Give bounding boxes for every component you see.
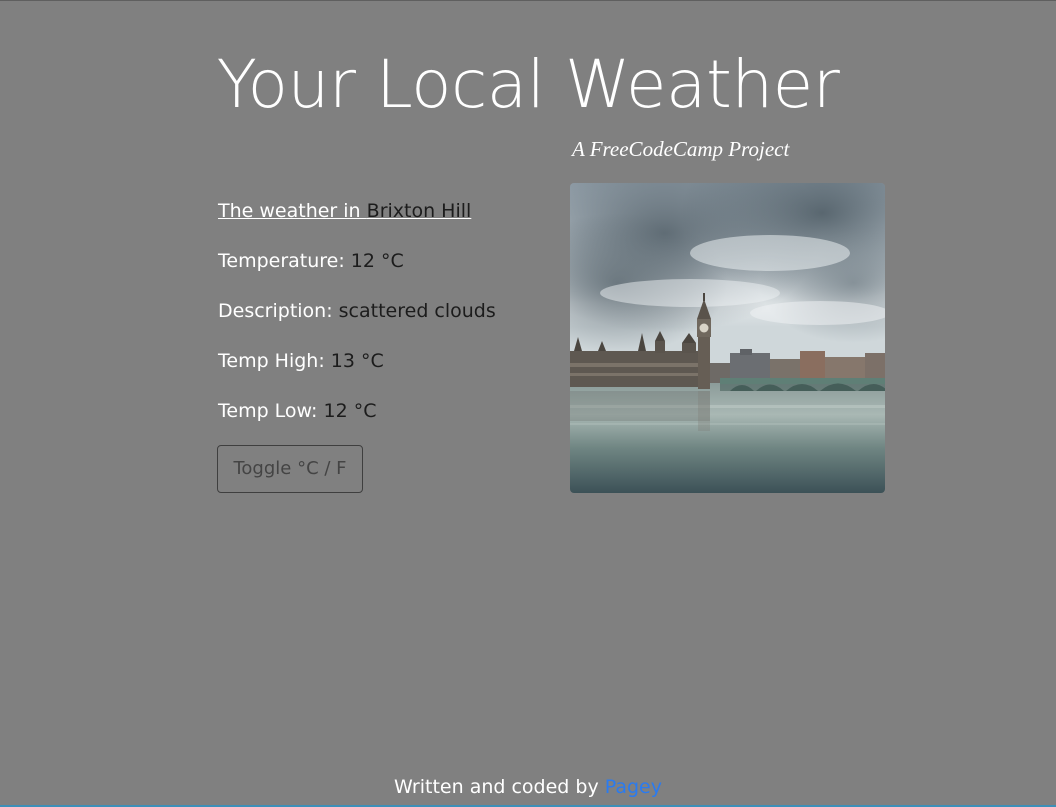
description-row: Description: scattered clouds bbox=[218, 299, 496, 323]
temp-high-row: Temp High: 13 °C bbox=[218, 349, 384, 373]
london-westminster-photo bbox=[570, 183, 885, 493]
page-subtitle: A FreeCodeCamp Project bbox=[572, 137, 790, 161]
temperature-value: 12 °C bbox=[350, 250, 404, 272]
page-title: Your Local Weather bbox=[216, 46, 840, 123]
toggle-units-button[interactable]: Toggle °C / F bbox=[217, 445, 363, 493]
temp-high-value: 13 °C bbox=[330, 350, 384, 372]
temperature-row: Temperature: 12 °C bbox=[218, 249, 404, 273]
description-label: Description: bbox=[218, 300, 339, 322]
temp-high-label: Temp High: bbox=[218, 350, 331, 372]
footer-credit-prefix: Written and coded by bbox=[394, 776, 605, 798]
author-link[interactable]: Pagey bbox=[605, 776, 662, 798]
temperature-label: Temperature: bbox=[218, 250, 351, 272]
temp-low-value: 12 °C bbox=[323, 400, 377, 422]
location-link[interactable]: The weather in Brixton Hill bbox=[218, 200, 471, 222]
location-name: Brixton Hill bbox=[366, 200, 472, 222]
temp-low-label: Temp Low: bbox=[218, 400, 324, 422]
location-prefix: The weather in bbox=[218, 200, 367, 222]
description-value: scattered clouds bbox=[338, 300, 496, 322]
location-line[interactable]: The weather in Brixton Hill bbox=[218, 199, 471, 223]
footer-credit: Written and coded by Pagey bbox=[0, 774, 1056, 800]
temp-low-row: Temp Low: 12 °C bbox=[218, 399, 376, 423]
